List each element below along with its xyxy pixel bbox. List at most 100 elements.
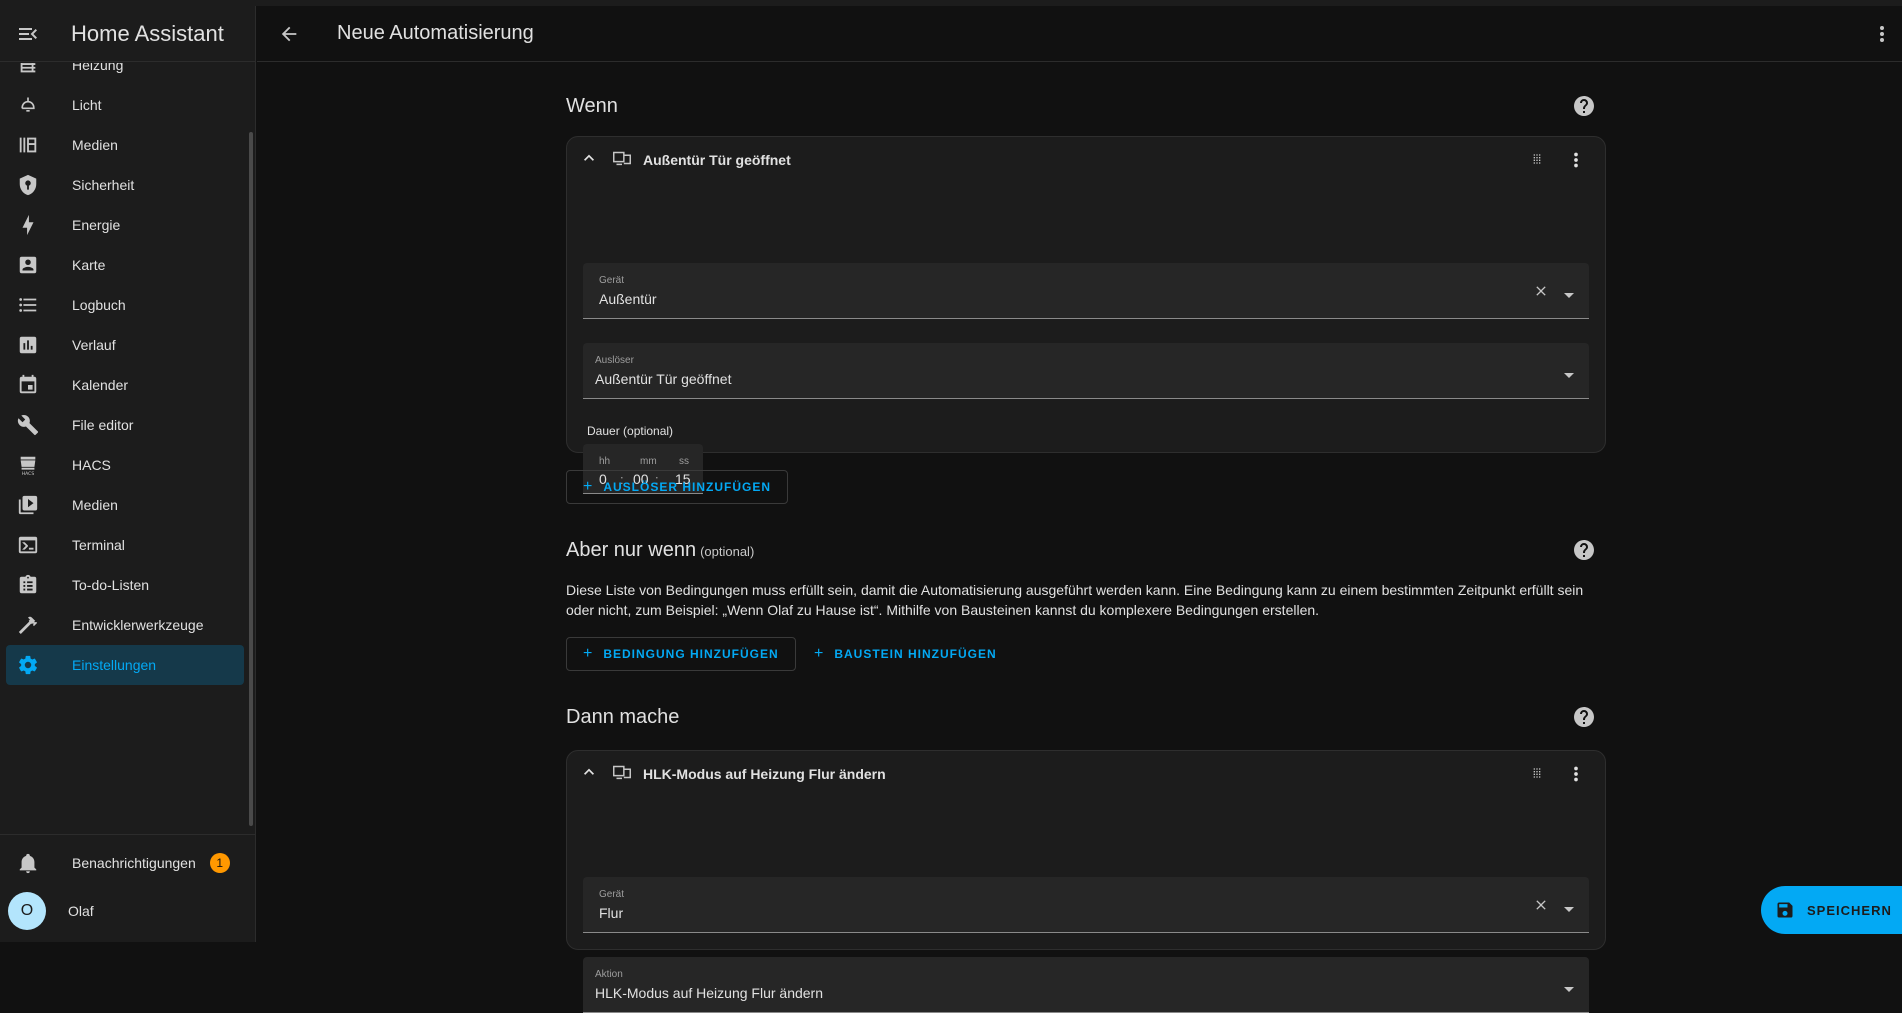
conditions-description: Diese Liste von Bedingungen muss erfüllt… (566, 582, 1584, 618)
action-title: HLK-Modus auf Heizung Flur ändern (643, 766, 886, 782)
sidebar-item-label: Medien (72, 497, 118, 513)
sidebar-item-user[interactable]: O Olaf (6, 891, 244, 931)
shield-icon (8, 174, 48, 196)
chevron-up-icon[interactable] (579, 762, 599, 787)
sidebar-header: Home Assistant (0, 6, 255, 62)
trigger-title: Außentür Tür geöffnet (643, 152, 791, 168)
sidebar-item-energie[interactable]: Energie (6, 205, 244, 245)
action-type-select[interactable]: Aktion HLK-Modus auf Heizung Flur ändern (583, 957, 1589, 1013)
action-menu-button[interactable] (1565, 763, 1587, 790)
sidebar-item-logbuch[interactable]: Logbuch (6, 285, 244, 325)
device-picker[interactable]: Gerät Außentür (583, 263, 1589, 319)
sidebar-item-label: Terminal (72, 537, 125, 553)
hammer-icon (8, 614, 48, 636)
clear-icon[interactable] (1533, 897, 1549, 918)
list-icon (8, 294, 48, 316)
action-device-picker[interactable]: Gerät Flur (583, 877, 1589, 933)
sidebar-scrollbar[interactable] (249, 132, 253, 826)
save-label: SPEICHERN (1807, 902, 1892, 918)
help-button[interactable] (1572, 538, 1596, 567)
user-name: Olaf (68, 903, 94, 919)
device-value: Außentür (599, 291, 657, 307)
sidebar-item-sicherheit[interactable]: Sicherheit (6, 165, 244, 205)
sidebar-item-medien[interactable]: Medien (6, 125, 244, 165)
sidebar-item-label: HACS (72, 457, 111, 473)
chevron-up-icon[interactable] (579, 148, 599, 173)
sidebar-item-licht[interactable]: Licht (6, 85, 244, 125)
map-icon (8, 254, 48, 276)
sidebar-item-label: To-do-Listen (72, 577, 150, 593)
minutes-label: mm (640, 456, 657, 467)
device-label: Gerät (599, 889, 625, 900)
dropdown-arrow-icon[interactable] (1563, 367, 1575, 385)
add-building-block-label: BAUSTEIN HINZUFÜGEN (834, 647, 997, 661)
sidebar: Home Assistant Heizung Licht Medien Sich… (0, 6, 256, 942)
sidebar-item-terminal[interactable]: Terminal (6, 525, 244, 565)
dots-vertical-icon (1574, 766, 1578, 782)
media-library-icon (8, 134, 48, 156)
menu-toggle-button[interactable] (0, 6, 56, 62)
dropdown-arrow-icon[interactable] (1563, 287, 1575, 305)
back-button[interactable] (261, 6, 317, 62)
sidebar-item-label: Logbuch (72, 297, 126, 313)
sidebar-item-todo[interactable]: To-do-Listen (6, 565, 244, 605)
device-label: Gerät (599, 275, 625, 286)
clear-icon[interactable] (1533, 283, 1549, 304)
app-title: Home Assistant (71, 20, 224, 46)
trigger-type-select[interactable]: Auslöser Außentür Tür geöffnet (583, 343, 1589, 399)
action-card: HLK-Modus auf Heizung Flur ändern Gerät … (566, 750, 1606, 1013)
sidebar-item-kalender[interactable]: Kalender (6, 365, 244, 405)
add-trigger-label: AUSLÖSER HINZUFÜGEN (603, 480, 772, 494)
action-type-label: Aktion (595, 969, 623, 980)
sidebar-item-label: Licht (72, 97, 102, 113)
dropdown-arrow-icon[interactable] (1563, 981, 1575, 999)
sidebar-item-einstellungen[interactable]: Einstellungen (6, 645, 244, 685)
sidebar-item-hacs[interactable]: HACS HACS (6, 445, 244, 485)
dropdown-arrow-icon[interactable] (1563, 901, 1575, 919)
help-circle-icon (1574, 707, 1594, 727)
light-icon (8, 95, 48, 115)
seconds-label: ss (679, 456, 689, 467)
actions-title: Dann mache (566, 705, 680, 728)
add-building-block-button[interactable]: + BAUSTEIN HINZUFÜGEN (798, 637, 1013, 671)
sidebar-item-label: Kalender (72, 377, 129, 393)
trigger-card: Außentür Tür geöffnet Gerät Außentür Aus… (566, 136, 1606, 494)
terminal-icon (8, 534, 48, 556)
actions-section-header: Dann mache (566, 705, 1606, 729)
svg-text:HACS: HACS (22, 471, 35, 476)
device-value: Flur (599, 905, 624, 921)
sidebar-item-entwicklerwerkzeuge[interactable]: Entwicklerwerkzeuge (6, 605, 244, 645)
sidebar-item-verlauf[interactable]: Verlauf (6, 325, 244, 365)
save-button[interactable]: SPEICHERN (1761, 886, 1902, 934)
overflow-menu-button[interactable] (1870, 22, 1894, 51)
action-card-header[interactable]: HLK-Modus auf Heizung Flur ändern (567, 751, 1605, 797)
sidebar-item-medien-2[interactable]: Medien (6, 485, 244, 525)
add-trigger-button[interactable]: + AUSLÖSER HINZUFÜGEN (566, 470, 789, 504)
trigger-menu-button[interactable] (1565, 149, 1587, 176)
sidebar-item-file-editor[interactable]: File editor (6, 405, 244, 445)
content-save-icon (1775, 900, 1795, 920)
drag-handle-icon[interactable] (1529, 151, 1545, 172)
action-type-value: HLK-Modus auf Heizung Flur ändern (595, 985, 824, 1001)
trigger-card-header[interactable]: Außentür Tür geöffnet (567, 137, 1605, 183)
play-box-icon (8, 494, 48, 516)
arrow-left-icon (281, 26, 297, 41)
sidebar-item-notifications[interactable]: Benachrichtigungen 1 (6, 843, 244, 883)
sidebar-item-label: Verlauf (72, 337, 116, 353)
avatar: O (8, 892, 46, 930)
help-button[interactable] (1572, 705, 1596, 734)
sidebar-item-label: Medien (72, 137, 118, 153)
add-condition-button[interactable]: + BEDINGUNG HINZUFÜGEN (566, 637, 796, 671)
help-button[interactable] (1572, 94, 1596, 123)
sidebar-item-karte[interactable]: Karte (6, 245, 244, 285)
page-title: Neue Automatisierung (337, 22, 534, 44)
notifications-badge: 1 (209, 853, 230, 873)
hacs-icon: HACS (8, 454, 48, 476)
drag-handle-icon[interactable] (1529, 765, 1545, 786)
lightning-icon (8, 214, 48, 236)
menu-open-icon (19, 27, 37, 40)
sidebar-item-heizung[interactable]: Heizung (6, 63, 244, 85)
trigger-type-label: Auslöser (595, 355, 634, 366)
sidebar-divider (0, 834, 256, 835)
add-condition-label: BEDINGUNG HINZUFÜGEN (603, 647, 779, 661)
